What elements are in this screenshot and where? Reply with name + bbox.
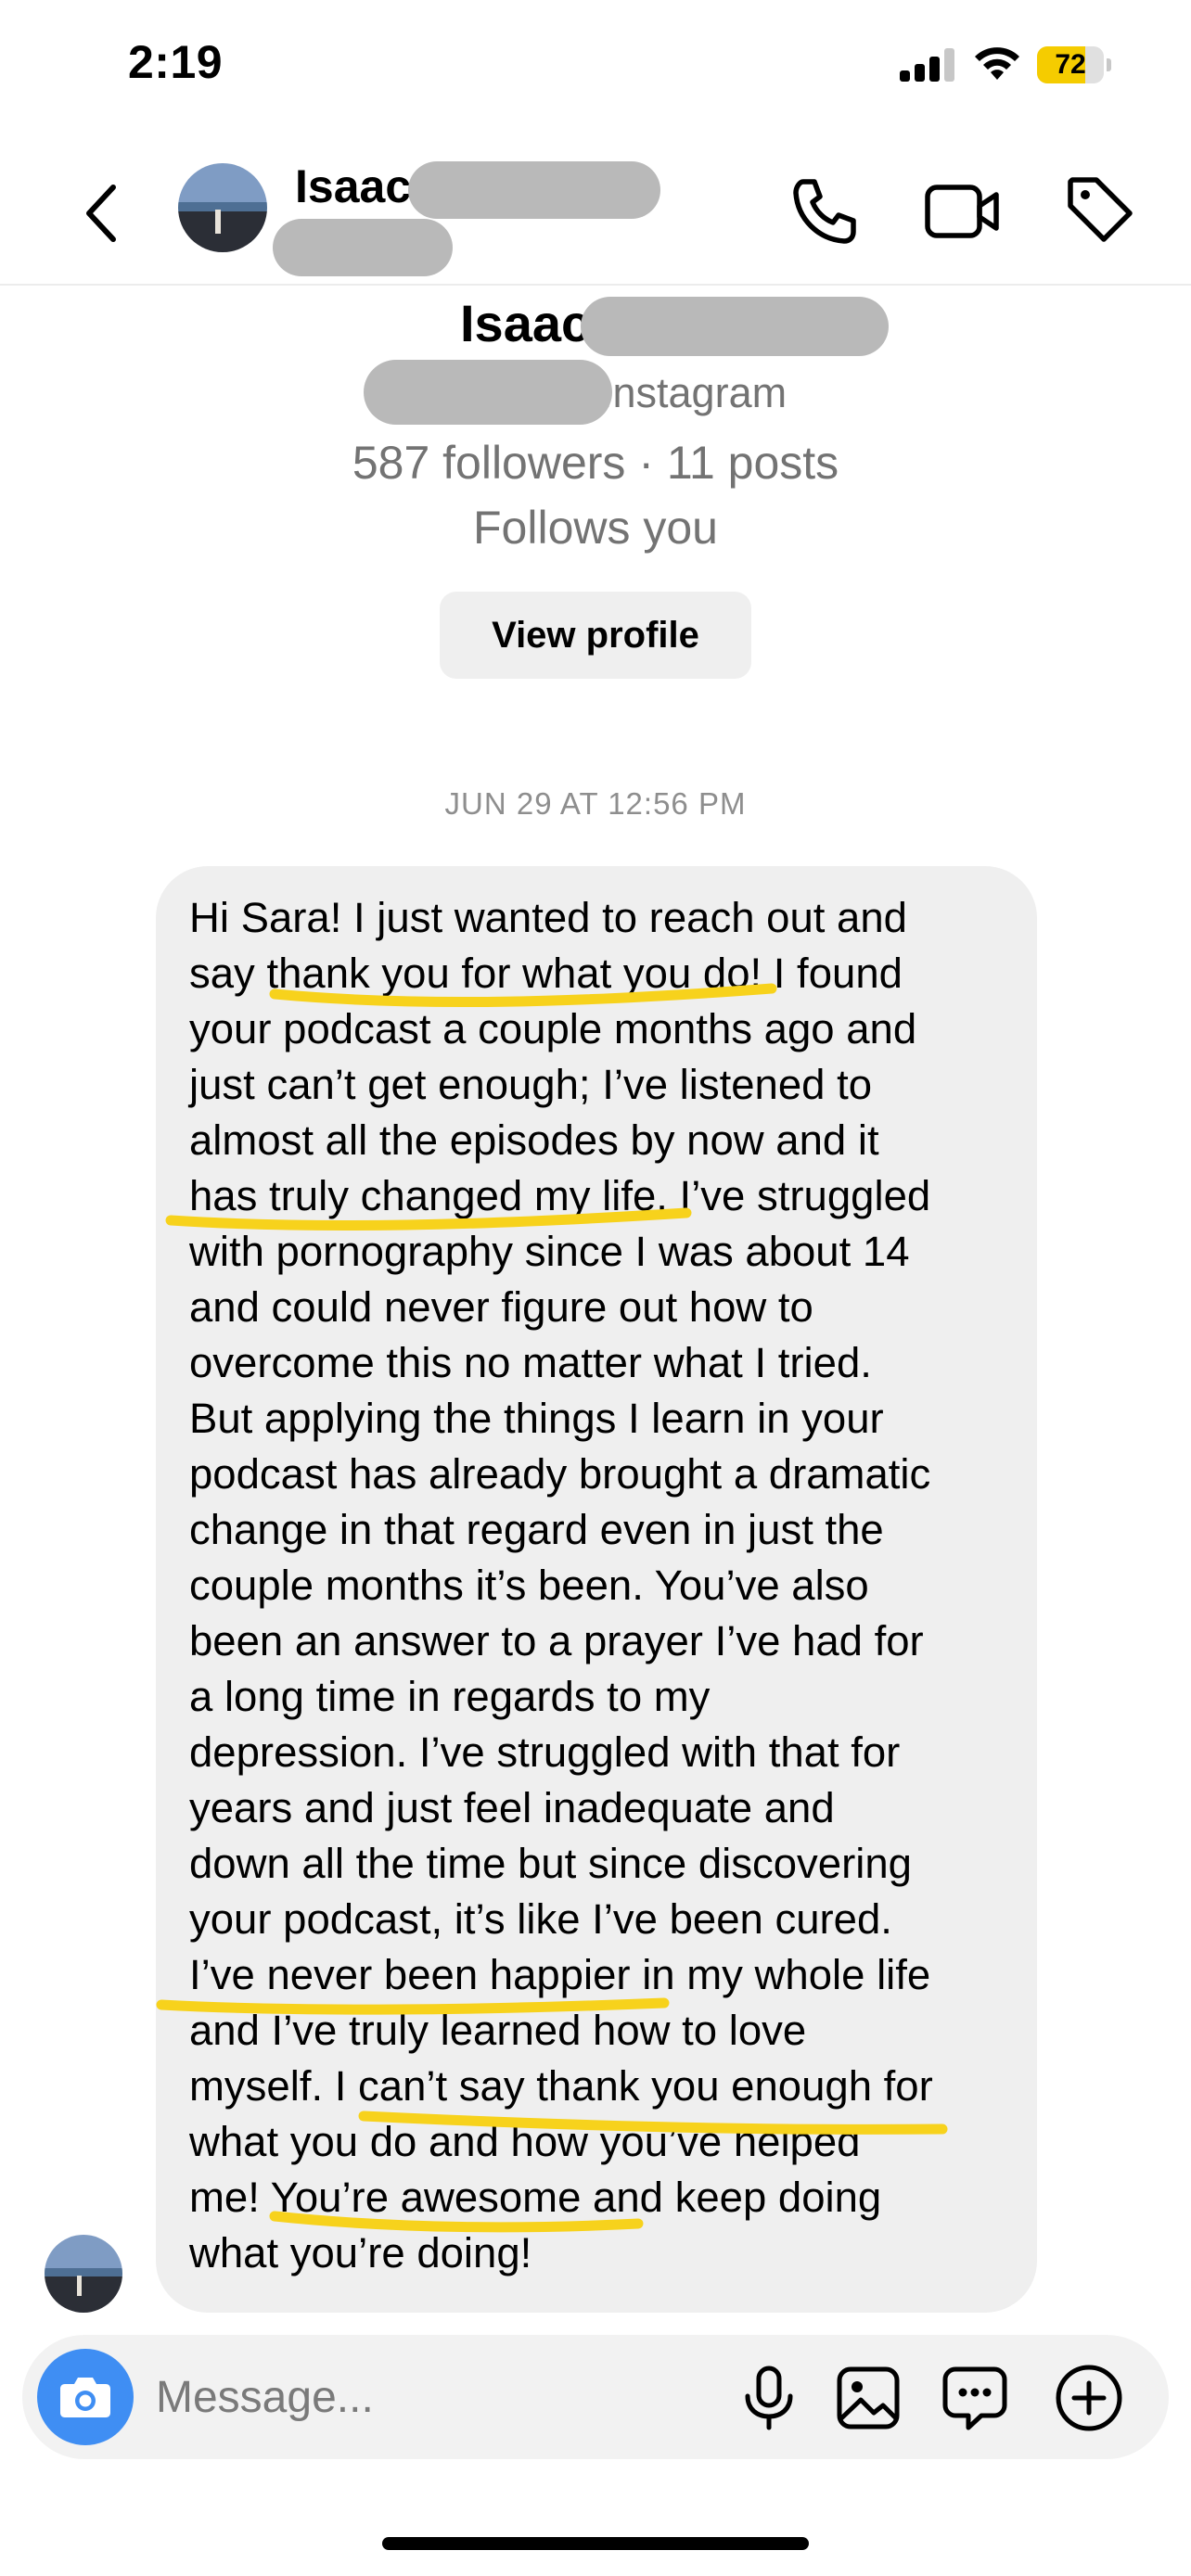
- redaction-mark: [581, 297, 889, 356]
- microphone-icon[interactable]: [736, 2365, 801, 2431]
- battery-level: 72: [1055, 49, 1086, 80]
- status-bar: 2:19 72: [0, 0, 1191, 139]
- redaction-mark: [364, 360, 612, 425]
- home-indicator[interactable]: [382, 2537, 809, 2550]
- profile-name: Isaac: [460, 294, 591, 352]
- plus-icon[interactable]: [1054, 2363, 1124, 2433]
- chat-header: Isaac: [0, 139, 1191, 286]
- contact-name[interactable]: Isaac: [295, 159, 411, 213]
- back-chevron-icon[interactable]: [74, 176, 130, 250]
- profile-stats: 587 followers · 11 posts: [352, 437, 839, 489]
- view-profile-button[interactable]: View profile: [440, 592, 751, 679]
- battery-indicator: 72: [1037, 46, 1111, 83]
- sender-avatar[interactable]: [45, 2235, 122, 2313]
- camera-icon[interactable]: [37, 2349, 134, 2445]
- tag-icon[interactable]: [1063, 172, 1137, 247]
- sticker-icon[interactable]: [941, 2365, 1009, 2431]
- message-input[interactable]: [156, 2335, 712, 2459]
- redaction-mark: [273, 219, 453, 276]
- camera-button[interactable]: [37, 2349, 134, 2445]
- contact-avatar[interactable]: [178, 163, 267, 252]
- follow-status: Follows you: [473, 502, 718, 554]
- phone-icon[interactable]: [790, 176, 861, 247]
- status-time: 2:19: [128, 36, 224, 88]
- profile-platform: Instagram: [601, 369, 788, 416]
- message-text: Hi Sara! I just wanted to reach out and …: [189, 894, 933, 2276]
- cellular-signal-icon: [900, 48, 954, 82]
- message-composer: [22, 2335, 1169, 2459]
- redaction-mark: [408, 161, 660, 219]
- video-camera-icon[interactable]: [924, 176, 1000, 247]
- gallery-icon[interactable]: [835, 2365, 902, 2431]
- wifi-icon: [975, 47, 1019, 80]
- message-timestamp: JUN 29 AT 12:56 PM: [444, 786, 747, 821]
